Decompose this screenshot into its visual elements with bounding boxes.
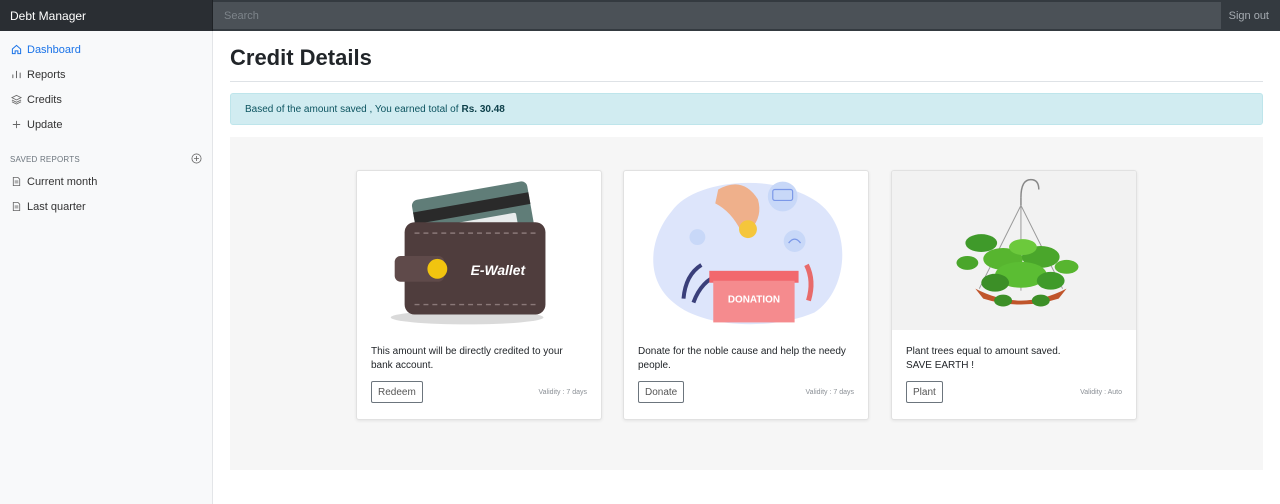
- sidebar-item-dashboard[interactable]: Dashboard: [0, 37, 212, 62]
- donation-box-illustration: DONATION: [624, 171, 868, 330]
- plant-button[interactable]: Plant: [906, 381, 943, 403]
- sidebar-item-label: Dashboard: [27, 43, 81, 56]
- donation-description: Donate for the noble cause and help the …: [638, 346, 846, 371]
- page-title: Credit Details: [230, 45, 372, 70]
- brand-logo[interactable]: Debt Manager: [0, 0, 213, 31]
- hanging-plant-illustration: [892, 171, 1136, 330]
- ewallet-card: E-Wallet This amount will be directly cr…: [356, 170, 602, 420]
- plant-card: Plant trees equal to amount saved. SAVE …: [891, 170, 1137, 420]
- donation-validity: Validity : 7 days: [805, 388, 854, 396]
- file-icon: [10, 201, 22, 213]
- home-icon: [10, 44, 22, 56]
- saved-reports-heading: SAVED REPORTS: [0, 152, 212, 166]
- e-wallet-image-label: E-Wallet: [471, 262, 527, 278]
- file-icon: [10, 176, 22, 188]
- sign-out-link[interactable]: Sign out: [1229, 10, 1280, 22]
- sidebar-item-update[interactable]: Update: [0, 112, 212, 137]
- donation-image-label: DONATION: [728, 295, 780, 306]
- sidebar-item-label: Current month: [27, 175, 98, 188]
- title-divider: [230, 81, 1263, 82]
- sidebar-item-label: Credits: [27, 93, 62, 106]
- sidebar: Dashboard Reports Credits Update SAVED R…: [0, 31, 213, 504]
- search-input[interactable]: [213, 2, 1221, 29]
- sidebar-item-last-quarter[interactable]: Last quarter: [0, 194, 212, 219]
- e-wallet-illustration: E-Wallet: [357, 171, 601, 330]
- redeem-button[interactable]: Redeem: [371, 381, 423, 403]
- layers-icon: [10, 94, 22, 106]
- plant-description: Plant trees equal to amount saved. SAVE …: [906, 346, 1061, 371]
- alert-amount: Rs. 30.48: [461, 103, 505, 115]
- sidebar-item-reports[interactable]: Reports: [0, 62, 212, 87]
- plant-validity: Validity : Auto: [1080, 388, 1122, 396]
- add-report-icon[interactable]: [191, 153, 202, 166]
- ewallet-validity: Validity : 7 days: [538, 388, 587, 396]
- donation-card: DONATION Donate for the noble cause and …: [623, 170, 869, 420]
- alert-text: Based of the amount saved , You earned t…: [245, 103, 459, 115]
- credit-options-panel: E-Wallet This amount will be directly cr…: [230, 137, 1263, 470]
- sidebar-item-credits[interactable]: Credits: [0, 87, 212, 112]
- sidebar-item-label: Update: [27, 118, 63, 131]
- main-content: Credit Details Based of the amount saved…: [230, 31, 1263, 470]
- top-navbar: Debt Manager Sign out: [0, 0, 1280, 31]
- bar-chart-icon: [10, 69, 22, 81]
- sidebar-item-label: Last quarter: [27, 200, 86, 213]
- plus-icon: [10, 119, 22, 131]
- ewallet-description: This amount will be directly credited to…: [371, 346, 563, 371]
- earnings-alert: Based of the amount saved , You earned t…: [230, 93, 1263, 125]
- donate-button[interactable]: Donate: [638, 381, 685, 403]
- sidebar-item-label: Reports: [27, 68, 66, 81]
- sidebar-item-current-month[interactable]: Current month: [0, 169, 212, 194]
